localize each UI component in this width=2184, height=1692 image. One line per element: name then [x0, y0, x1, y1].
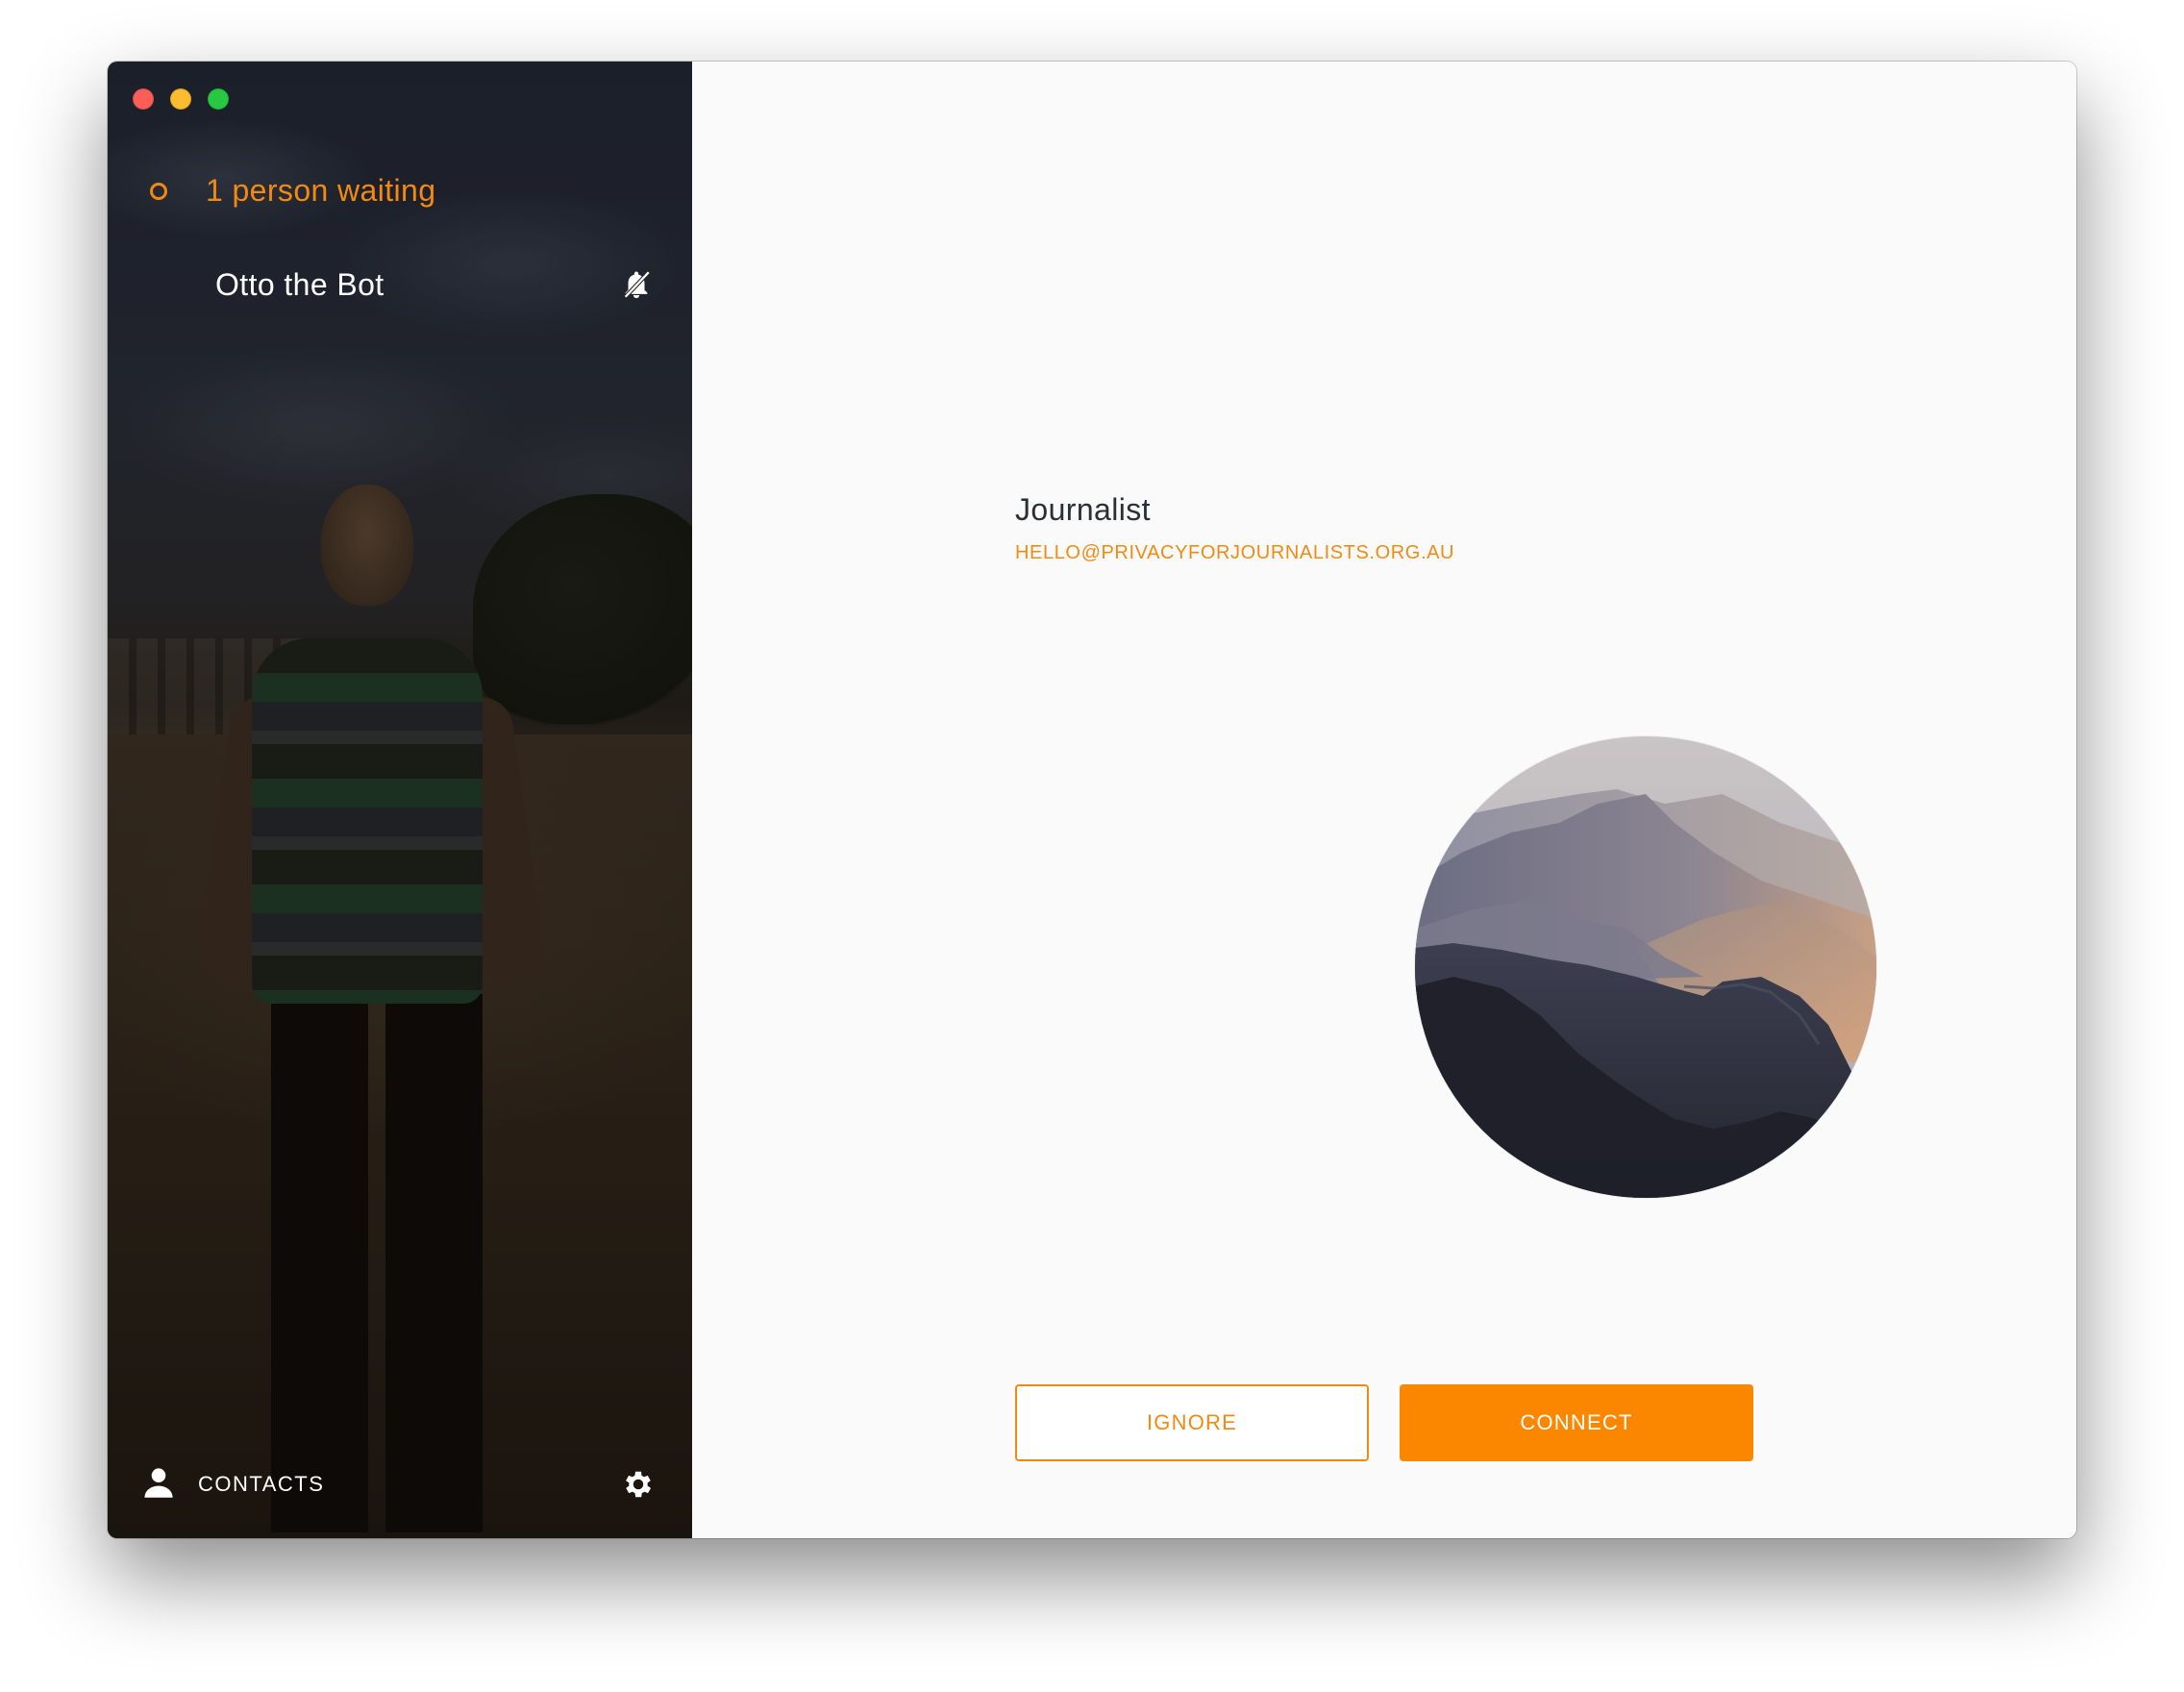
- contact-list-item[interactable]: Otto the Bot: [215, 265, 656, 304]
- waiting-status: 1 person waiting: [150, 173, 435, 209]
- person-icon: [144, 1466, 173, 1503]
- ignore-button[interactable]: IGNORE: [1015, 1384, 1369, 1461]
- sidebar-footer: CONTACTS: [144, 1465, 658, 1504]
- profile-avatar: [1415, 736, 1876, 1198]
- window-controls: [133, 88, 229, 110]
- gear-icon[interactable]: [619, 1465, 658, 1504]
- profile-name: Journalist: [1015, 492, 1151, 527]
- connect-button[interactable]: CONNECT: [1400, 1384, 1753, 1461]
- mountain-landscape-image: [1415, 736, 1876, 1198]
- contacts-label: CONTACTS: [198, 1472, 325, 1496]
- contacts-button[interactable]: CONTACTS: [144, 1466, 324, 1503]
- minimize-window-button[interactable]: [170, 88, 191, 110]
- maximize-window-button[interactable]: [208, 88, 229, 110]
- bell-off-icon[interactable]: [617, 265, 656, 304]
- main-panel: Journalist HELLO@PRIVACYFORJOURNALISTS.O…: [692, 62, 2076, 1538]
- app-window: 1 person waiting Otto the Bot CONTACTS J…: [108, 62, 2076, 1538]
- sidebar: 1 person waiting Otto the Bot CONTACTS: [108, 62, 692, 1538]
- profile-email-link[interactable]: HELLO@PRIVACYFORJOURNALISTS.ORG.AU: [1015, 542, 1454, 564]
- waiting-status-text: 1 person waiting: [206, 173, 436, 208]
- waiting-ring-icon: [150, 182, 167, 200]
- screenshot-stage: 1 person waiting Otto the Bot CONTACTS J…: [0, 0, 2184, 1692]
- close-window-button[interactable]: [133, 88, 154, 110]
- contact-name: Otto the Bot: [215, 266, 385, 302]
